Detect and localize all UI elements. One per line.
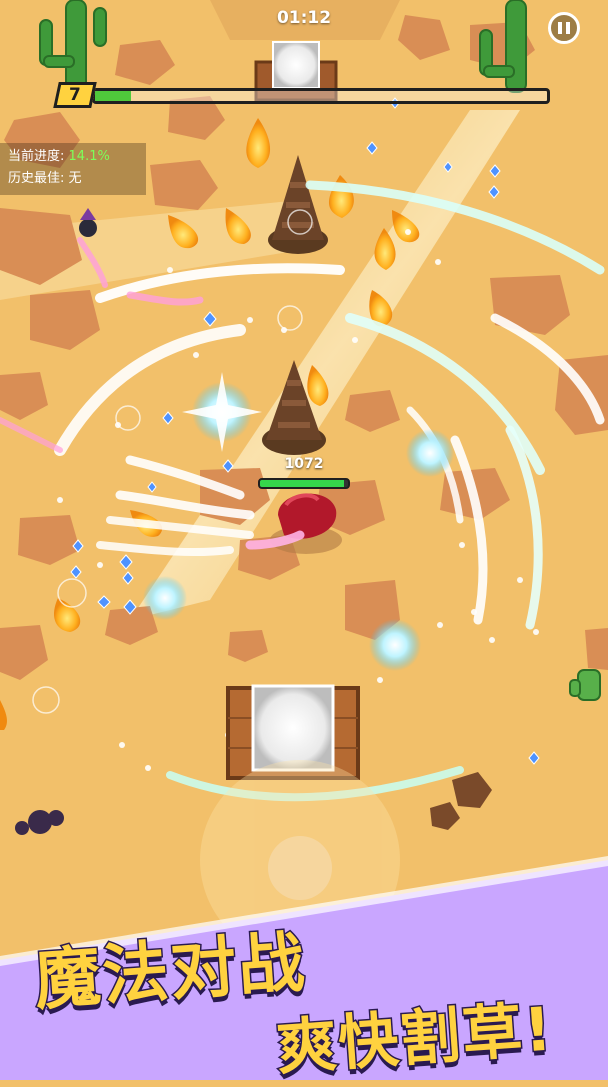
current-progress-label: 当前进度: [8,149,65,164]
best-record-row: 历史最佳: 无 [8,168,138,190]
match-timer: 01:12 [276,8,332,28]
experience-bar [92,88,550,104]
level-badge: 7 [53,82,97,108]
magic-orb-icon [369,619,421,671]
current-progress-value: 14.1% [68,149,110,164]
pause-button[interactable] [548,12,580,44]
magic-orb-icon [143,576,187,620]
boss-hp-bar [258,478,350,489]
best-record-value: 无 [68,171,82,186]
level-number: 7 [69,85,81,105]
pause-icon [558,22,570,34]
progress-panel: 当前进度: 14.1% 历史最佳: 无 [0,143,146,195]
best-record-label: 历史最佳: [8,171,65,186]
boss-hp-fill [260,480,344,487]
current-progress-row: 当前进度: 14.1% [8,146,138,168]
boss-hp-number: 1072 [284,456,324,472]
experience-fill [95,91,132,101]
magic-orb-icon [406,429,454,477]
slogan-line-1: 魔法对战 [31,922,311,1021]
